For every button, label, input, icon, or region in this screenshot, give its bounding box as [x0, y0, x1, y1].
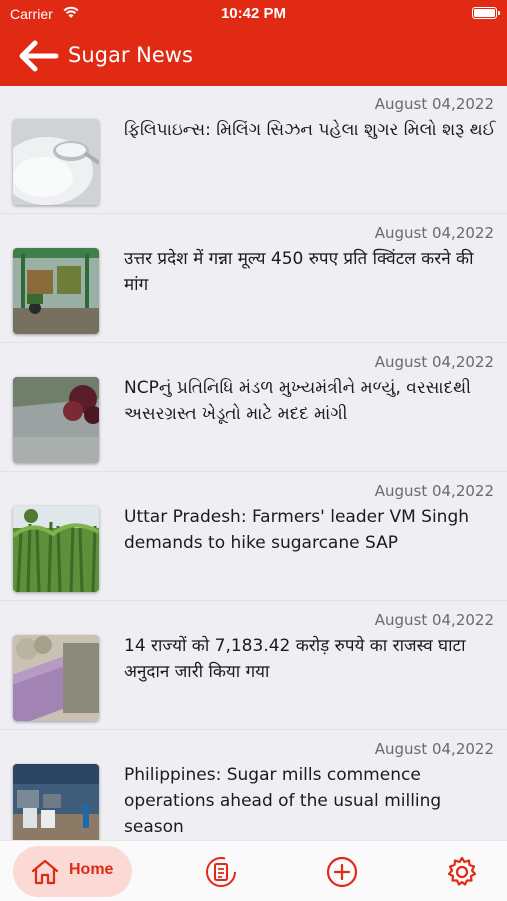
news-title: उत्तर प्रदेश में गन्ना मूल्य 450 रुपए प्…: [124, 249, 474, 295]
status-bar: Carrier 10:42 PM: [0, 0, 507, 28]
sugarcane-field-thumbnail: [13, 506, 99, 592]
news-title: Uttar Pradesh: Farmers' leader VM Singh …: [124, 507, 470, 553]
news-list-icon[interactable]: [204, 855, 238, 889]
news-date: August 04,2022: [374, 611, 494, 629]
currency-notes-thumbnail: [13, 635, 99, 721]
news-title: Philippines: Sugar mills commence operat…: [124, 765, 442, 837]
sugar-mill-warehouse-thumbnail: [13, 764, 99, 840]
news-item[interactable]: August 04,2022 NCPનું પ્રતિનિધિ મંડળ મુખ…: [0, 344, 507, 472]
sugarcane-tractor-thumbnail: [13, 248, 99, 334]
news-title: ફિલિપાઇન્સ: મિલિંગ સિઝન પહેલા શુગર મિલો …: [124, 120, 496, 140]
news-title: 14 राज्यों को 7,183.42 करोड़ रुपये का रा…: [124, 636, 466, 682]
news-date: August 04,2022: [374, 95, 494, 113]
news-item[interactable]: August 04,2022 उत्तर प्रदेश में गन्ना मू…: [0, 215, 507, 343]
app-bar: Sugar News: [0, 28, 507, 86]
page-title: Sugar News: [68, 43, 193, 67]
back-arrow-icon[interactable]: [16, 39, 60, 73]
news-date: August 04,2022: [374, 353, 494, 371]
news-item[interactable]: August 04,2022 Uttar Pradesh: Farmers' l…: [0, 473, 507, 601]
sugar-spoon-thumbnail: [13, 119, 99, 205]
status-time: 10:42 PM: [220, 5, 287, 22]
home-icon: [31, 859, 59, 885]
news-date: August 04,2022: [374, 482, 494, 500]
news-item[interactable]: August 04,2022 14 राज्यों को 7,183.42 कर…: [0, 602, 507, 730]
home-tab-label: Home: [69, 861, 114, 878]
news-list: August 04,2022 ફિલિપાઇન્સ: મિલિંગ સિઝન પ…: [0, 86, 507, 840]
news-date: August 04,2022: [374, 224, 494, 242]
news-item[interactable]: August 04,2022 ફિલિપાઇન્સ: મિલિંગ સિઝન પ…: [0, 86, 507, 214]
add-icon[interactable]: [325, 855, 359, 889]
news-title: NCPનું પ્રતિનિધિ મંડળ મુખ્યમંત્રીને મળ્ય…: [124, 378, 471, 424]
bottom-navigation: Home: [0, 840, 507, 901]
news-item[interactable]: August 04,2022 Philippines: Sugar mills …: [0, 731, 507, 840]
flooded-field-thumbnail: [13, 377, 99, 463]
news-date: August 04,2022: [374, 740, 494, 758]
settings-icon[interactable]: [445, 855, 479, 889]
home-tab[interactable]: Home: [13, 846, 132, 897]
battery-icon: [472, 7, 500, 19]
